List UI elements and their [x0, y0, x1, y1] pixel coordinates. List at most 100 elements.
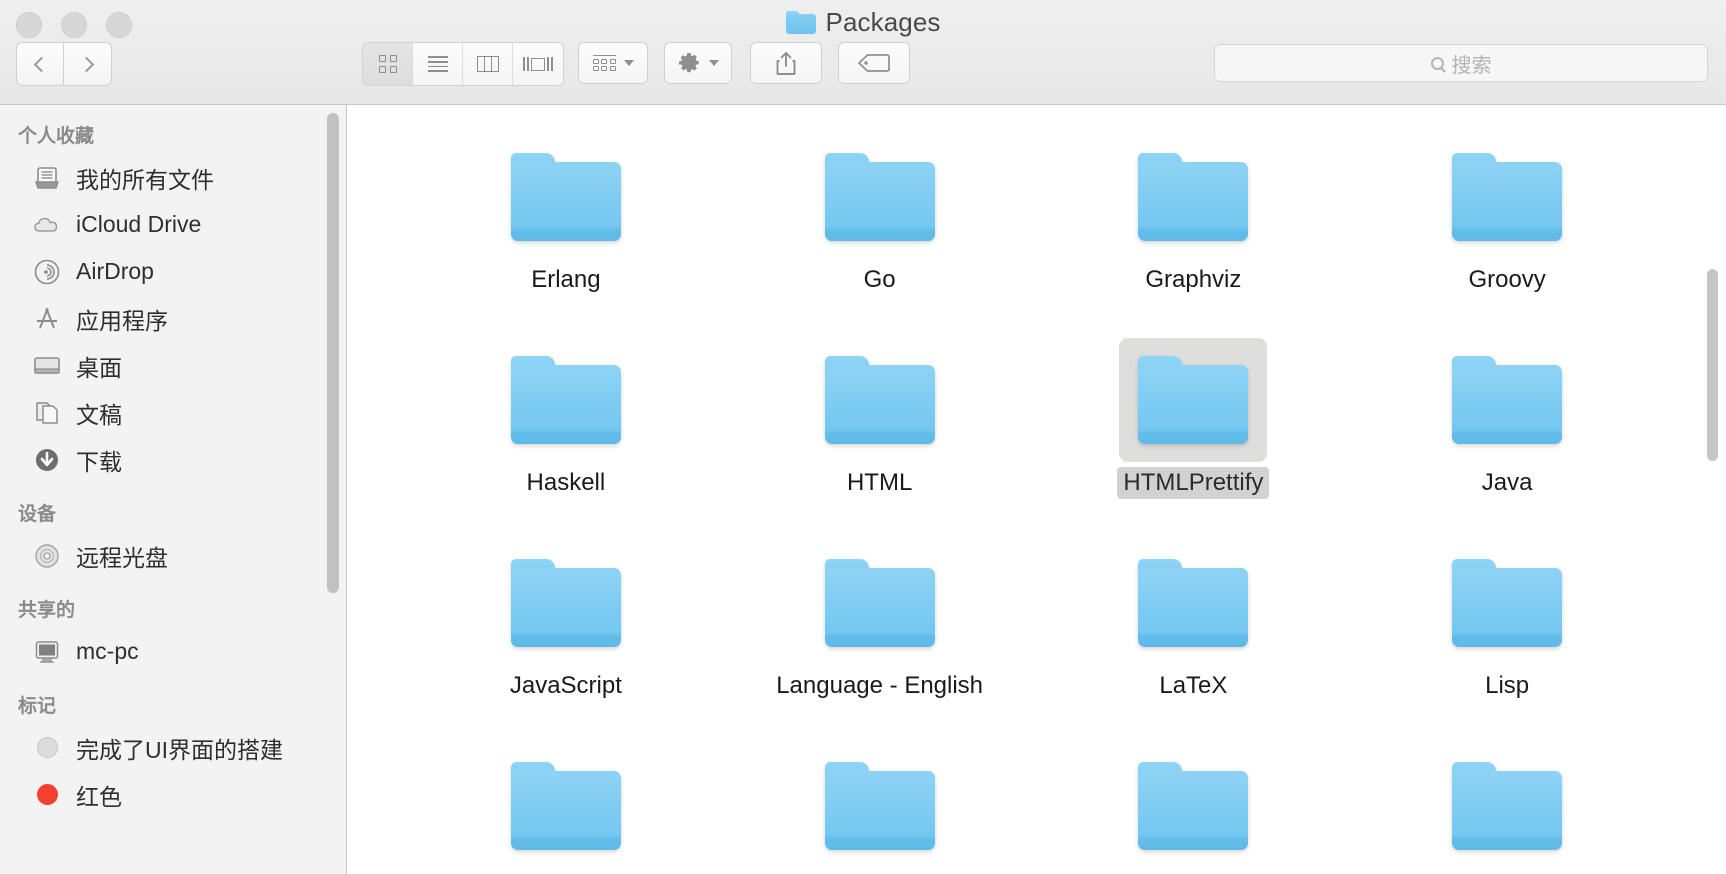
folder-icon [806, 744, 954, 868]
file-label: Erlang [531, 266, 601, 293]
file-label: HTMLPrettify [1117, 467, 1270, 499]
file-item-latex[interactable]: LaTeX [1037, 533, 1351, 736]
file-label: LaTeX [1159, 672, 1228, 699]
sidebar-section-shared: 共享的 [18, 600, 76, 621]
sidebar-item-documents[interactable]: 文稿 [0, 389, 346, 436]
computer-icon [32, 637, 62, 667]
folder-icon [1433, 541, 1581, 665]
forward-chevron-icon [78, 56, 94, 72]
sidebar-item-label: 红色 [76, 783, 122, 810]
sidebar-item-remote-disc[interactable]: 远程光盘 [0, 532, 346, 579]
folder-icon [1433, 338, 1581, 462]
share-button[interactable] [750, 42, 822, 84]
airdrop-icon [32, 257, 62, 287]
file-item-language-english[interactable]: Language - English [723, 533, 1037, 736]
file-item-row4-3[interactable] [1037, 736, 1351, 874]
file-item-graphviz[interactable]: Graphviz [1037, 127, 1351, 330]
chevron-down-icon [709, 60, 719, 66]
file-label: Lisp [1485, 672, 1530, 699]
file-item-erlang[interactable]: Erlang [409, 127, 723, 330]
action-menu-button[interactable] [664, 42, 732, 84]
coverflow-view-button[interactable] [513, 43, 563, 85]
coverflow-icon [523, 57, 553, 71]
all-my-files-icon [32, 163, 62, 193]
folder-icon [1119, 338, 1268, 462]
zoom-button[interactable] [106, 12, 132, 38]
folder-icon [806, 541, 954, 665]
columns-icon [476, 56, 499, 72]
minimize-button[interactable] [61, 12, 87, 38]
sidebar-item-applications[interactable]: 应用程序 [0, 295, 346, 342]
file-item-go[interactable]: Go [723, 127, 1037, 330]
sidebar-item-label: 下载 [76, 448, 122, 475]
sidebar-item-label: iCloud Drive [76, 211, 202, 237]
file-item-haskell[interactable]: Haskell [409, 330, 723, 533]
file-item-groovy[interactable]: Groovy [1350, 127, 1664, 330]
sidebar-item-airdrop[interactable]: AirDrop [0, 248, 346, 295]
column-view-button[interactable] [463, 43, 513, 85]
folder-icon [492, 541, 640, 665]
sidebar-item-mc-pc[interactable]: mc-pc [0, 628, 346, 675]
navigation-buttons [16, 42, 112, 86]
search-input[interactable]: 搜索 [1214, 44, 1708, 82]
tag-dot-icon [32, 733, 62, 763]
file-item-lisp[interactable]: Lisp [1350, 533, 1664, 736]
chevron-down-icon [623, 60, 634, 66]
sidebar-item-tag-red[interactable]: 红色 [0, 771, 346, 818]
file-label: JavaScript [509, 672, 622, 699]
titlebar: Packages 搜索 [0, 0, 1726, 105]
arrange-by-button[interactable] [578, 42, 648, 84]
file-grid: Erlang Go Graphviz Groovy Haskell HTML H… [347, 127, 1726, 874]
applications-icon [32, 304, 62, 334]
folder-icon [1119, 135, 1267, 259]
file-item-javascript[interactable]: JavaScript [409, 533, 723, 736]
content-scrollbar[interactable] [1707, 269, 1718, 461]
sidebar: 个人收藏 我的所有文件 iCloud Drive AirDrop 应用程序 桌面… [0, 105, 347, 874]
cloud-icon [32, 210, 62, 240]
icon-view-button[interactable] [363, 43, 413, 85]
tag-icon [858, 54, 890, 72]
file-label: Java [1481, 469, 1533, 496]
page-title: Packages [825, 6, 941, 37]
sidebar-item-label: 桌面 [76, 354, 122, 381]
sidebar-item-label: 文稿 [76, 401, 122, 428]
folder-icon [492, 744, 640, 868]
forward-button[interactable] [64, 42, 112, 86]
file-item-java[interactable]: Java [1350, 330, 1664, 533]
file-item-row4-2[interactable] [723, 736, 1037, 874]
sidebar-item-tag-ui-build[interactable]: 完成了UI界面的搭建 [0, 724, 346, 771]
file-label: Groovy [1468, 266, 1546, 293]
sidebar-item-desktop[interactable]: 桌面 [0, 342, 346, 389]
file-grid-area: Erlang Go Graphviz Groovy Haskell HTML H… [347, 105, 1726, 874]
sidebar-section-tags: 标记 [18, 696, 57, 717]
share-icon [776, 51, 796, 75]
file-item-html[interactable]: HTML [723, 330, 1037, 533]
search-placeholder: 搜索 [1451, 54, 1492, 77]
tag-button[interactable] [838, 42, 910, 84]
file-item-row4-4[interactable] [1350, 736, 1664, 874]
sidebar-item-label: AirDrop [76, 258, 154, 284]
folder-icon [1119, 744, 1267, 868]
sidebar-item-label: 远程光盘 [76, 544, 168, 571]
folder-icon [1433, 744, 1581, 868]
arrange-grid-icon [592, 54, 616, 72]
file-item-row4-1[interactable] [409, 736, 723, 874]
back-button[interactable] [16, 42, 64, 86]
documents-icon [32, 398, 62, 428]
close-button[interactable] [16, 12, 42, 38]
file-label: Go [863, 266, 896, 293]
list-view-button[interactable] [413, 43, 463, 85]
sidebar-item-downloads[interactable]: 下载 [0, 436, 346, 483]
folder-icon [806, 338, 954, 462]
sidebar-item-label: mc-pc [76, 638, 139, 664]
remote-disc-icon [32, 541, 62, 571]
folder-icon [492, 135, 640, 259]
folder-icon [806, 135, 954, 259]
file-item-htmlprettify[interactable]: HTMLPrettify [1037, 330, 1351, 533]
sidebar-item-all-my-files[interactable]: 我的所有文件 [0, 154, 346, 201]
sidebar-item-icloud-drive[interactable]: iCloud Drive [0, 201, 346, 248]
sidebar-item-label: 完成了UI界面的搭建 [76, 736, 283, 763]
sidebar-section-devices: 设备 [18, 504, 57, 525]
sidebar-scrollbar[interactable] [327, 113, 339, 593]
view-mode-segmented-control [362, 42, 564, 86]
